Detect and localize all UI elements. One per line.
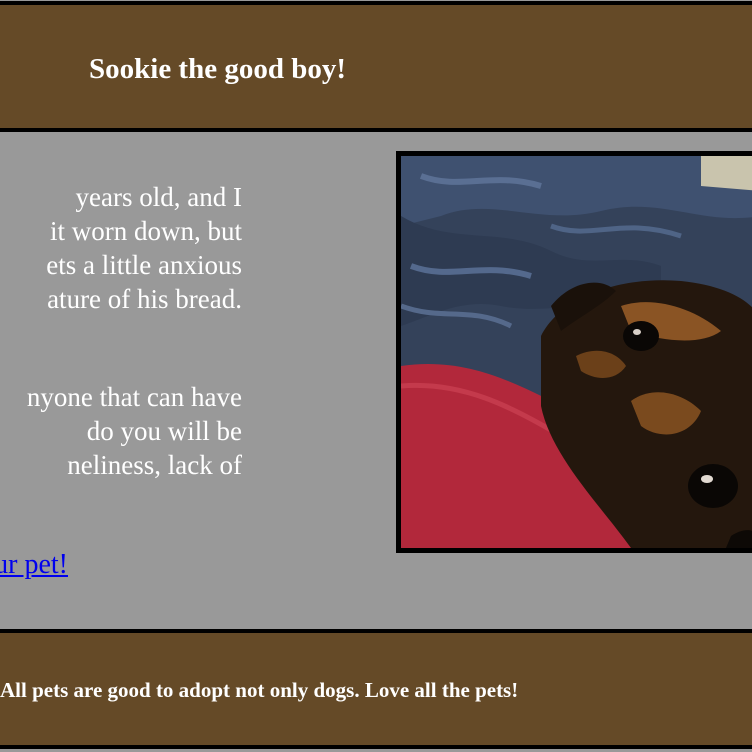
story-line: years old, and I (75, 182, 242, 212)
page: Sookie the good boy! years old, and I it… (0, 0, 752, 752)
page-title: Sookie the good boy! (89, 53, 347, 85)
dog-photo-illustration (401, 156, 752, 548)
footer-banner: All pets are good to adopt not only dogs… (0, 629, 752, 749)
story-line: ature of his bread. (47, 284, 242, 314)
main-content: years old, and I it worn down, but ets a… (0, 132, 752, 629)
footer-text: All pets are good to adopt not only dogs… (0, 678, 519, 702)
story-line: ets a little anxious (46, 250, 242, 280)
adopt-link[interactable]: ur pet! (0, 548, 68, 582)
dog-photo (396, 151, 752, 553)
story-line: do you will be (86, 416, 242, 446)
story-text: years old, and I it worn down, but ets a… (0, 180, 242, 482)
story-paragraph-2: nyone that can have do you will be nelin… (0, 380, 242, 482)
story-line: nyone that can have (26, 382, 242, 412)
story-line: it worn down, but (50, 216, 242, 246)
header-banner: Sookie the good boy! (0, 1, 752, 132)
story-line: neliness, lack of (67, 450, 242, 480)
story-paragraph-1: years old, and I it worn down, but ets a… (0, 180, 242, 316)
